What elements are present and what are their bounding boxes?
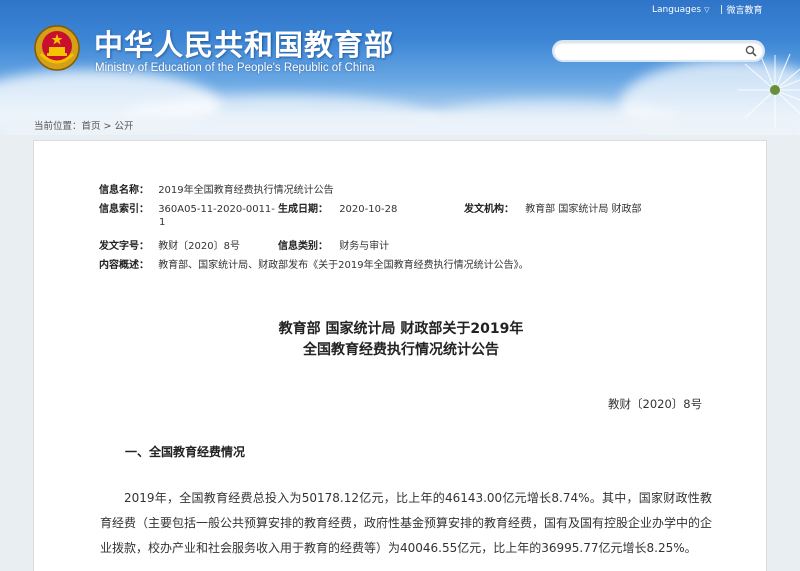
national-emblem-icon xyxy=(34,25,80,71)
meta-date: 生成日期： 2020-10-28 xyxy=(278,200,397,215)
meta-index: 信息索引： 360A05-11-2020-0011- xyxy=(99,200,275,215)
section-heading: 一、全国教育经费情况 xyxy=(125,445,246,459)
meta-summary: 内容概述： 教育部、国家统计局、财政部发布《关于2019年全国教育经费执行情况统… xyxy=(99,256,529,271)
dandelion-icon xyxy=(738,53,800,128)
divider xyxy=(720,5,722,14)
article-title-line2: 全国教育经费执行情况统计公告 xyxy=(303,342,499,358)
category-value: 财务与审计 xyxy=(339,241,390,252)
breadcrumb-home-link[interactable]: 首页 xyxy=(82,121,101,132)
search-box xyxy=(552,40,765,62)
breadcrumb-prefix: 当前位置： xyxy=(34,121,82,132)
index-value-line2: 1 xyxy=(159,217,166,228)
article-title-line1: 教育部 国家统计局 财政部关于2019年 xyxy=(278,321,524,337)
weibo-link[interactable]: 微言教育 xyxy=(727,3,763,16)
chevron-down-icon[interactable]: ▽ xyxy=(704,6,709,14)
breadcrumb: 当前位置：首页 > 公开 xyxy=(34,118,134,132)
meta-category: 信息类别： 财务与审计 xyxy=(278,237,389,252)
search-icon[interactable] xyxy=(745,45,757,57)
article-doc-number: 教财〔2020〕8号 xyxy=(608,397,703,411)
meta-issuer: 发文机构： 教育部 国家统计局 财政部 xyxy=(464,200,642,215)
issuer-label: 发文机构： xyxy=(464,204,514,215)
info-name-value: 2019年全国教育经费执行情况统计公告 xyxy=(158,185,334,196)
article-paragraph: 2019年，全国教育经费总投入为50178.12亿元，比上年的46143.00亿… xyxy=(100,491,713,555)
breadcrumb-separator: > xyxy=(103,121,112,132)
top-links: Languages ▽ 微言教育 xyxy=(652,3,763,17)
content-card: 信息名称： 2019年全国教育经费执行情况统计公告 信息索引： 360A05-1… xyxy=(33,140,767,571)
date-label: 生成日期： xyxy=(278,204,328,215)
summary-label: 内容概述： xyxy=(99,260,149,271)
header-banner: 中华人民共和国教育部 Ministry of Education of the … xyxy=(0,0,800,135)
index-label: 信息索引： xyxy=(99,204,149,215)
info-name-label: 信息名称： xyxy=(99,185,149,196)
issuer-value: 教育部 国家统计局 财政部 xyxy=(525,204,642,215)
meta-doc-no: 发文字号： 教财〔2020〕8号 xyxy=(99,237,240,252)
site-title-cn[interactable]: 中华人民共和国教育部 xyxy=(94,22,394,64)
index-value-line1: 360A05-11-2020-0011- xyxy=(158,204,275,215)
search-input[interactable] xyxy=(562,44,742,58)
category-label: 信息类别： xyxy=(278,241,328,252)
doc-no-label: 发文字号： xyxy=(99,241,149,252)
breadcrumb-current-link[interactable]: 公开 xyxy=(115,121,134,132)
doc-no-value: 教财〔2020〕8号 xyxy=(158,241,240,252)
summary-value: 教育部、国家统计局、财政部发布《关于2019年全国教育经费执行情况统计公告》。 xyxy=(158,260,529,271)
meta-info-name: 信息名称： 2019年全国教育经费执行情况统计公告 xyxy=(99,181,334,196)
site-title-en: Ministry of Education of the People's Re… xyxy=(95,62,375,74)
languages-link[interactable]: Languages xyxy=(652,5,701,15)
date-value: 2020-10-28 xyxy=(339,204,398,215)
